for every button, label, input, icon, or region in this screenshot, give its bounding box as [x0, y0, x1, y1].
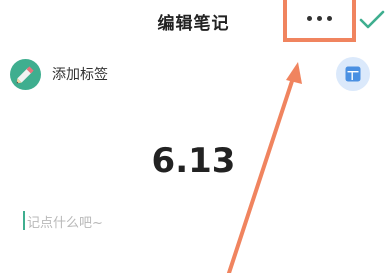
more-horizontal-icon: [307, 15, 312, 21]
layout-template-button[interactable]: [336, 57, 370, 91]
note-title[interactable]: 6.13: [0, 141, 387, 181]
more-dot: [327, 15, 332, 21]
pencil-icon: [10, 58, 41, 90]
add-tag-button[interactable]: 添加标签: [10, 58, 108, 90]
layout-template-icon: [345, 66, 361, 82]
more-options-button[interactable]: [283, 0, 356, 42]
header-bar: 编辑笔记: [0, 0, 387, 46]
note-body-placeholder[interactable]: 记点什么吧~: [27, 212, 103, 231]
more-dot: [317, 15, 322, 21]
add-tag-label: 添加标签: [52, 67, 108, 83]
text-cursor: [23, 211, 25, 230]
checkmark-icon[interactable]: [359, 9, 385, 31]
